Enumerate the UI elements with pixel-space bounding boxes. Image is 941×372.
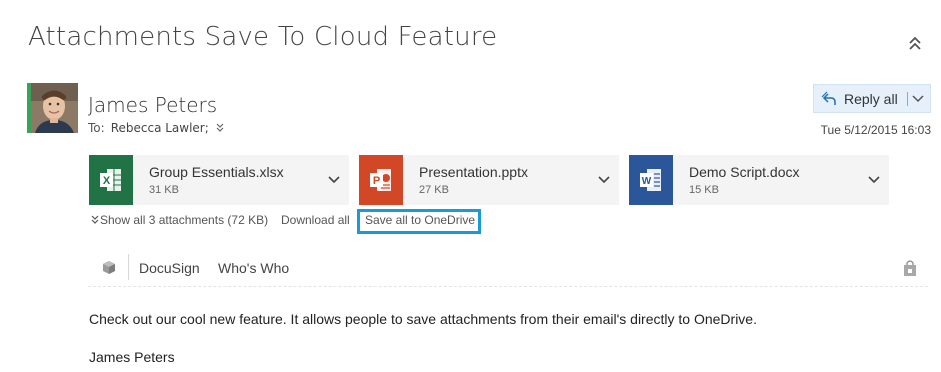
collapse-icon[interactable]: [906, 34, 924, 52]
show-all-label: Show all 3 attachments (72 KB): [100, 213, 269, 227]
addin-whos-who[interactable]: Who's Who: [218, 260, 289, 276]
email-body: Check out our cool new feature. It allow…: [89, 311, 757, 327]
show-all-attachments-link[interactable]: Show all 3 attachments (72 KB): [90, 213, 268, 227]
attachment-options-button[interactable]: [589, 155, 619, 205]
chevron-down-icon: [328, 176, 340, 184]
sent-date: Tue 5/12/2015 16:03: [820, 123, 931, 137]
chevron-down-icon: [598, 176, 610, 184]
to-label: To:: [88, 121, 105, 135]
attachment-card-excel[interactable]: X Group Essentials.xlsx 31 KB: [89, 155, 349, 205]
reply-all-label: Reply all: [844, 90, 898, 107]
attachment-name: Demo Script.docx: [689, 164, 800, 180]
attachment-card-powerpoint[interactable]: P Presentation.pptx 27 KB: [359, 155, 619, 205]
svg-text:W: W: [642, 176, 652, 187]
store-bag-icon[interactable]: [903, 259, 917, 277]
attachment-name: Presentation.pptx: [419, 164, 528, 180]
attachment-options-button[interactable]: [859, 155, 889, 205]
powerpoint-file-icon: P: [359, 155, 403, 205]
chevron-down-icon: [868, 176, 880, 184]
svg-text:P: P: [373, 175, 380, 187]
recipients-line: To: Rebecca Lawler;: [88, 121, 225, 135]
avatar[interactable]: [31, 83, 78, 133]
download-all-link[interactable]: Download all: [281, 213, 350, 227]
excel-file-icon: X: [89, 155, 133, 205]
save-all-to-onedrive-link[interactable]: Save all to OneDrive: [365, 213, 475, 227]
attachment-size: 31 KB: [149, 184, 179, 196]
addins-icon[interactable]: [100, 259, 118, 277]
addin-docusign[interactable]: DocuSign: [139, 260, 200, 276]
reply-all-main[interactable]: Reply all: [814, 85, 898, 112]
expand-icon: [91, 215, 99, 224]
email-subject: Attachments Save To Cloud Feature: [28, 22, 498, 52]
addins-bar: DocuSign Who's Who: [88, 252, 928, 287]
reply-all-button: Reply all: [813, 84, 931, 113]
chevron-down-icon: [912, 94, 924, 102]
avatar-presence: [27, 83, 78, 133]
sender-name[interactable]: James Peters: [88, 93, 217, 117]
expand-recipients-icon[interactable]: [215, 123, 225, 133]
word-file-icon: W: [629, 155, 673, 205]
email-signature: James Peters: [89, 349, 175, 365]
reply-options-dropdown[interactable]: [908, 85, 928, 112]
reply-all-icon: [821, 91, 836, 105]
attachment-size: 27 KB: [419, 184, 449, 196]
attachment-options-button[interactable]: [319, 155, 349, 205]
attachment-name: Group Essentials.xlsx: [149, 164, 284, 180]
svg-text:X: X: [103, 175, 111, 187]
recipient[interactable]: Rebecca Lawler;: [111, 121, 209, 135]
attachment-size: 15 KB: [689, 184, 719, 196]
addins-divider: [128, 254, 129, 280]
attachment-card-word[interactable]: W Demo Script.docx 15 KB: [629, 155, 889, 205]
